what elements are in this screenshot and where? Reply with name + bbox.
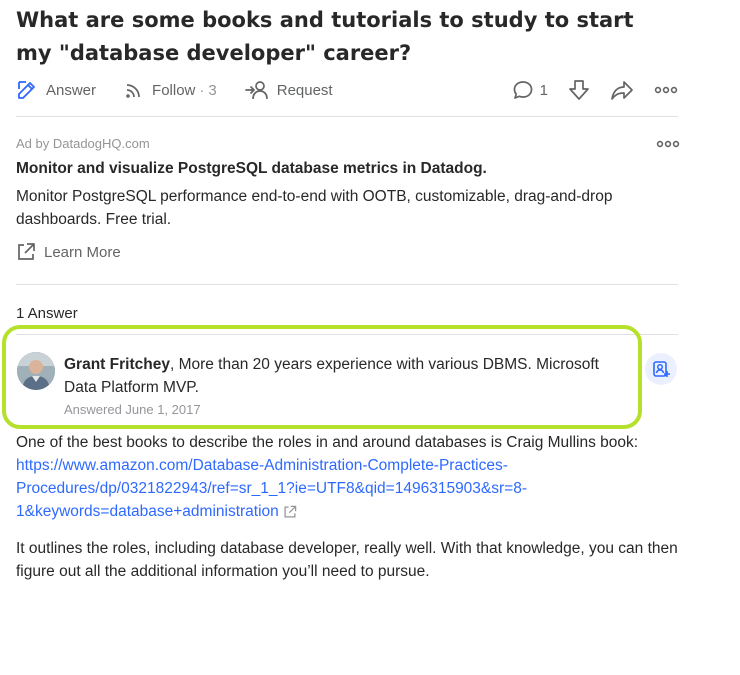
- save-answer-button[interactable]: [645, 353, 677, 385]
- avatar-photo-icon: [17, 352, 55, 390]
- question-title[interactable]: What are some books and tutorials to stu…: [16, 4, 656, 70]
- comment-bubble-icon: [513, 81, 533, 99]
- question-secondary-actions: 1: [492, 79, 678, 101]
- request-button[interactable]: Request: [244, 79, 333, 101]
- answer-paragraph-text: One of the best books to describe the ro…: [16, 434, 639, 451]
- downvote-arrow-icon: [569, 80, 589, 100]
- ad-body[interactable]: Monitor PostgreSQL performance end-to-en…: [16, 185, 666, 231]
- more-dots-icon: [654, 86, 678, 94]
- question-action-bar: Answer Follow · 3 Request 1: [16, 76, 678, 104]
- author-info: Grant Fritchey, More than 20 years exper…: [64, 353, 634, 399]
- follow-label: Follow: [152, 81, 196, 99]
- learn-more-label: Learn More: [44, 243, 121, 261]
- answers-count-label: 1 Answer: [16, 305, 78, 322]
- author-avatar[interactable]: [17, 352, 55, 390]
- more-options-button[interactable]: [654, 85, 678, 95]
- learn-more-link[interactable]: Learn More: [16, 242, 121, 262]
- ad-sponsor-label[interactable]: Ad by DatadogHQ.com: [16, 136, 150, 151]
- share-arrow-icon: [611, 81, 633, 100]
- follow-button[interactable]: Follow · 3: [124, 80, 217, 100]
- divider: [16, 284, 678, 285]
- follow-separator: ·: [199, 81, 205, 99]
- divider: [16, 116, 678, 117]
- answer-button[interactable]: Answer: [16, 79, 96, 101]
- request-label: Request: [276, 81, 333, 99]
- answered-date[interactable]: Answered June 1, 2017: [64, 402, 201, 417]
- answer-paragraph: One of the best books to describe the ro…: [16, 431, 686, 523]
- external-link-icon: [18, 243, 35, 260]
- downvote-button[interactable]: [568, 79, 590, 101]
- follow-signal-icon: [126, 84, 140, 98]
- ad-more-options-button[interactable]: [656, 136, 680, 154]
- share-button[interactable]: [610, 79, 634, 101]
- follow-count: 3: [208, 81, 217, 99]
- more-dots-icon: [656, 140, 680, 148]
- amazon-book-link[interactable]: https://www.amazon.com/Database-Administ…: [16, 457, 527, 520]
- request-person-icon: [244, 81, 268, 100]
- answer-label: Answer: [46, 81, 97, 99]
- answer-paragraph: It outlines the roles, including databas…: [16, 540, 678, 580]
- comment-button[interactable]: 1: [512, 79, 548, 101]
- external-link-icon: [284, 505, 297, 518]
- bookmark-person-icon: [653, 361, 670, 377]
- ad-title[interactable]: Monitor and visualize PostgreSQL databas…: [16, 160, 487, 178]
- pencil-edit-icon: [18, 81, 35, 99]
- answer-content: One of the best books to describe the ro…: [16, 431, 686, 597]
- comment-count: 1: [539, 81, 548, 99]
- author-name[interactable]: Grant Fritchey: [64, 356, 170, 373]
